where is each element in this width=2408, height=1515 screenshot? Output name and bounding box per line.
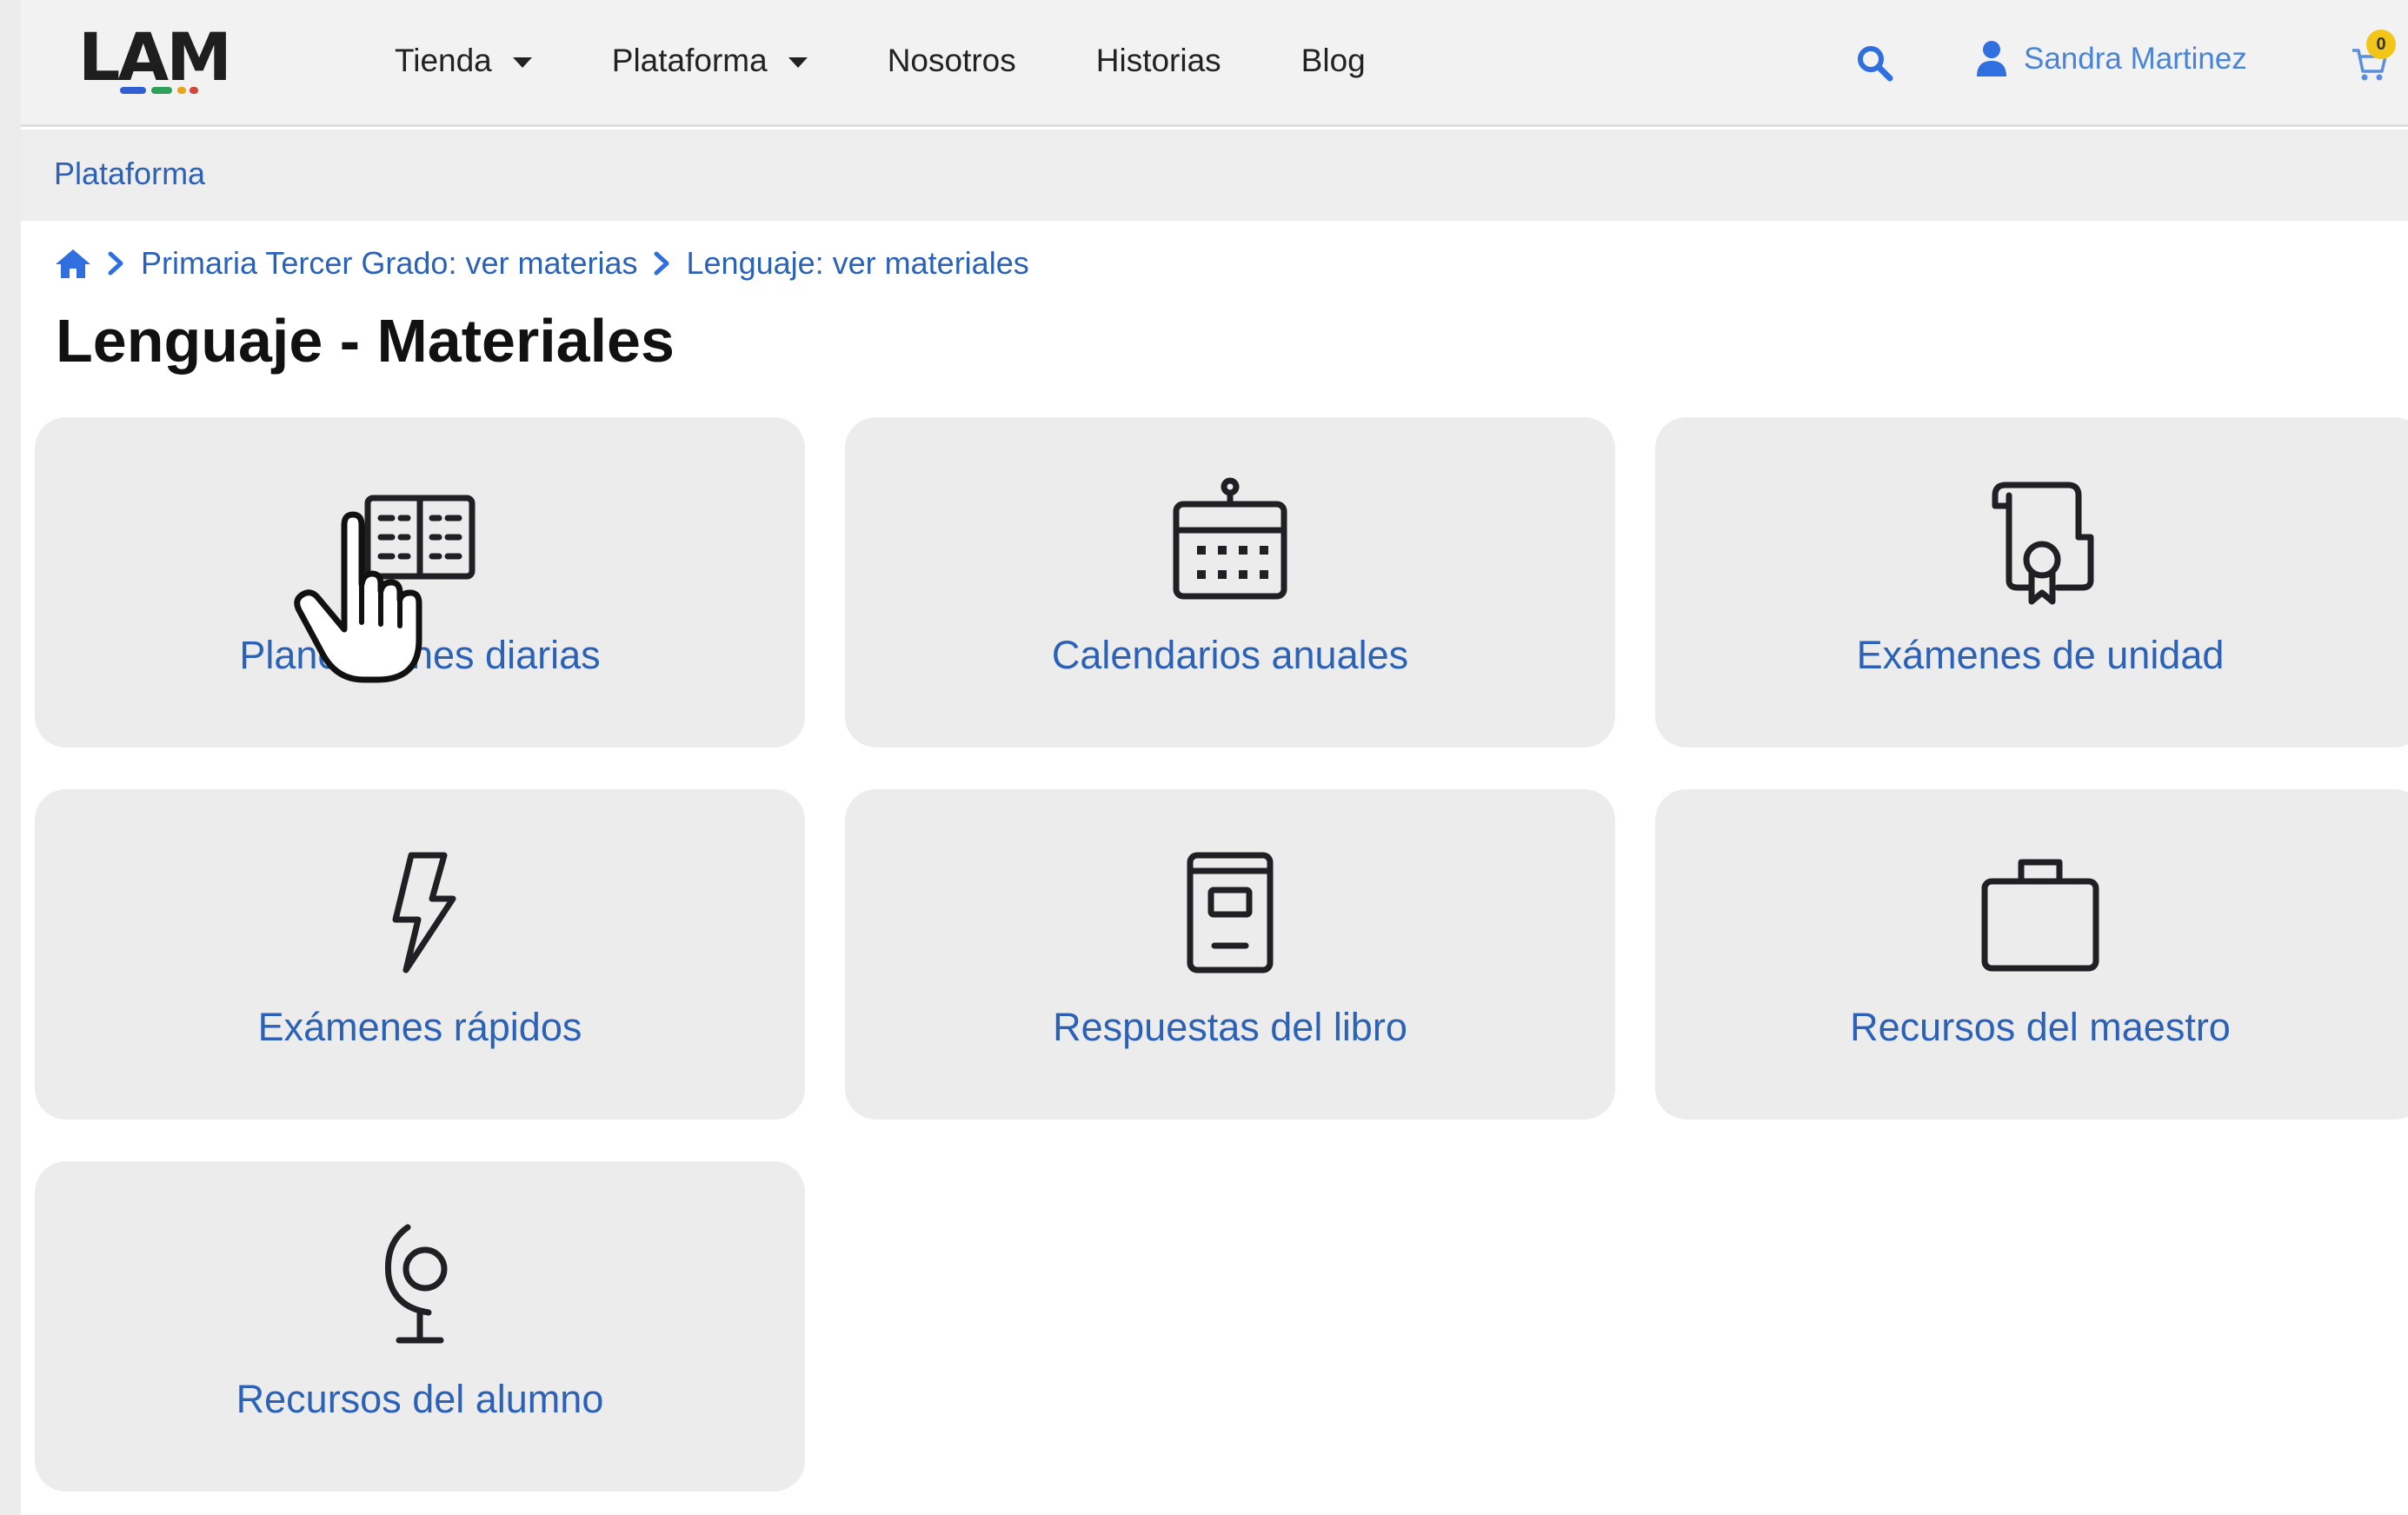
section-link-plataforma[interactable]: Plataforma (54, 156, 205, 192)
nav-historias-label: Historias (1095, 43, 1221, 78)
nav-tienda-label: Tienda (395, 43, 492, 78)
logo-text: LAM (78, 18, 232, 96)
logo-bar-yellow (177, 87, 186, 94)
caret-down-icon (788, 57, 808, 68)
nav-plataforma-label: Plataforma (611, 43, 768, 78)
card-recursos-del-maestro[interactable]: Recursos del maestro (1655, 789, 2408, 1120)
breadcrumb-grade[interactable]: Primaria Tercer Grado: ver materias (141, 245, 638, 282)
section-bar: Plataforma (21, 130, 2408, 221)
page: LAM Tienda Plataforma Nosotros Historias (21, 0, 2408, 1515)
lightning-icon (392, 852, 456, 973)
calendar-icon (1173, 477, 1287, 600)
caret-down-icon (512, 57, 532, 68)
user-name: Sandra Martinez (2024, 42, 2247, 76)
home-icon[interactable] (54, 247, 92, 280)
nav-nosotros[interactable]: Nosotros (888, 43, 1016, 79)
nav-tienda[interactable]: Tienda (395, 43, 532, 79)
globe-icon (384, 1224, 448, 1344)
chevron-right-icon (108, 251, 123, 276)
card-planeaciones-diarias[interactable]: Planeaciones diarias (35, 417, 805, 748)
nav-nosotros-label: Nosotros (887, 43, 1016, 78)
card-calendarios-anuales[interactable]: Calendarios anuales (845, 417, 1615, 748)
briefcase-icon (1981, 859, 2099, 972)
card-label: Planeaciones diarias (239, 633, 601, 677)
breadcrumb: Primaria Tercer Grado: ver materias Leng… (54, 242, 1029, 285)
logo-bar-green (151, 87, 172, 94)
open-book-icon (364, 495, 476, 580)
materials-grid: Planeaciones diarias Calendarios anuales (35, 417, 2408, 1512)
nav-historias[interactable]: Historias (1096, 43, 1221, 79)
card-examenes-rapidos[interactable]: Exámenes rápidos (35, 789, 805, 1120)
certificate-scroll-icon (1992, 482, 2094, 605)
logo-bar-blue (120, 87, 146, 94)
card-label: Respuestas del libro (1053, 1005, 1407, 1049)
breadcrumb-subject[interactable]: Lenguaje: ver materiales (687, 245, 1029, 282)
page-title: Lenguaje - Materiales (56, 307, 675, 375)
card-label: Recursos del maestro (1850, 1005, 2231, 1049)
cart-count-badge: 0 (2366, 30, 2396, 59)
search-icon[interactable] (1855, 43, 1893, 82)
card-examenes-de-unidad[interactable]: Exámenes de unidad (1655, 417, 2408, 748)
nav-blog[interactable]: Blog (1301, 43, 1366, 79)
card-label: Calendarios anuales (1051, 633, 1409, 677)
card-recursos-del-alumno[interactable]: Recursos del alumno (35, 1161, 805, 1492)
chevron-right-icon (654, 251, 669, 276)
card-respuestas-del-libro[interactable]: Respuestas del libro (845, 789, 1615, 1120)
book-icon (1187, 852, 1274, 973)
nav-plataforma[interactable]: Plataforma (612, 43, 808, 79)
card-label: Exámenes de unidad (1856, 633, 2225, 677)
nav-blog-label: Blog (1300, 43, 1366, 78)
user-account-link[interactable]: Sandra Martinez (1975, 40, 2247, 78)
card-label: Recursos del alumno (236, 1377, 604, 1421)
user-icon (1977, 41, 2006, 76)
logo[interactable]: LAM (78, 21, 243, 99)
logo-bar-red (190, 87, 198, 94)
card-label: Exámenes rápidos (257, 1005, 582, 1049)
top-header: LAM Tienda Plataforma Nosotros Historias (21, 0, 2408, 127)
main-nav: Tienda Plataforma Nosotros Historias Blo… (395, 0, 1446, 122)
